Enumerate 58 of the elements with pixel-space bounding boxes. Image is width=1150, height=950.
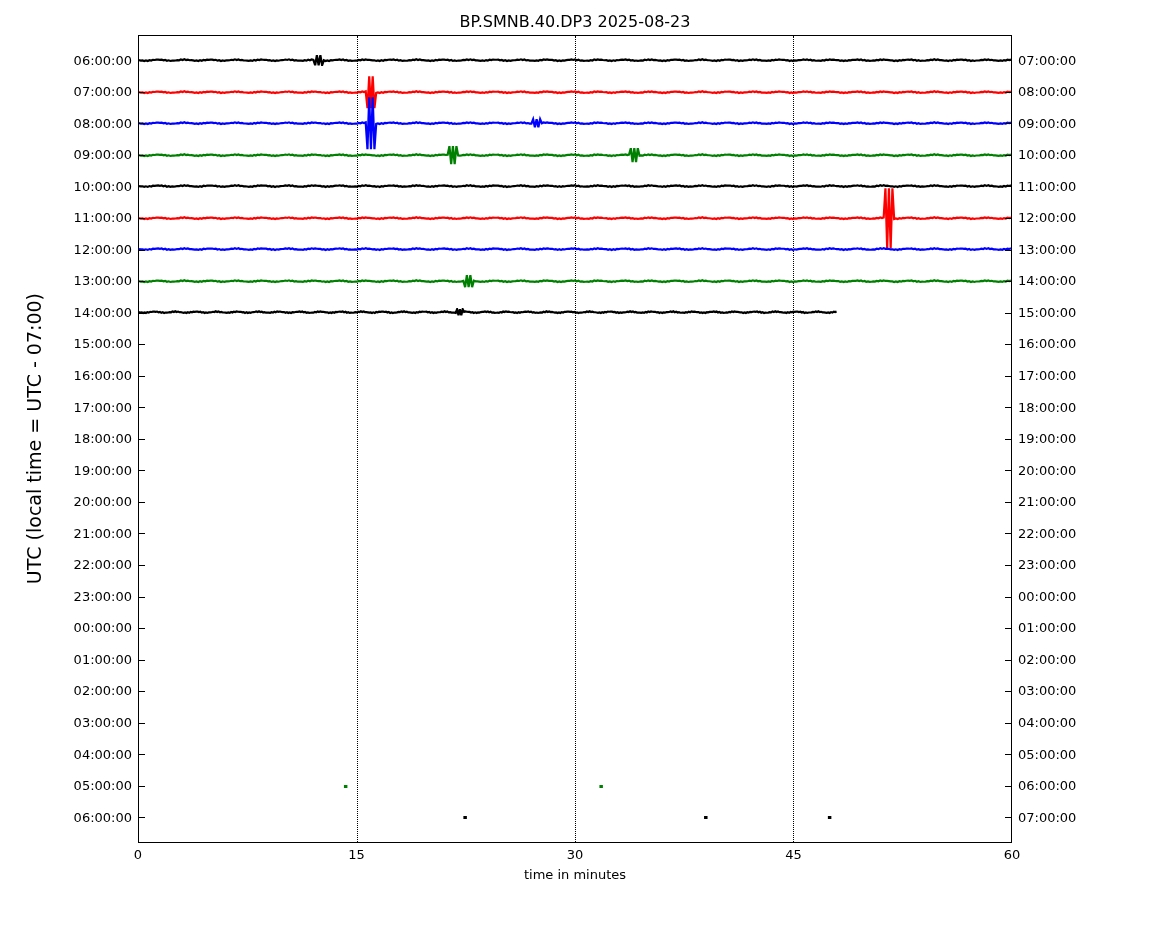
y-tick-label: 02:00:00 — [1017, 650, 1078, 669]
y-axis-label: UTC (local time = UTC - 07:00) — [23, 293, 45, 585]
x-tick-label: 0 — [133, 847, 143, 862]
y-tick-label: 23:00:00 — [1017, 556, 1078, 575]
y-tick-label: 06:00:00 — [1017, 777, 1078, 796]
y-tick-label: 22:00:00 — [72, 556, 133, 575]
y-tick-label: 07:00:00 — [1017, 808, 1078, 827]
y-tick-label: 17:00:00 — [72, 398, 133, 417]
y-tick-label: 08:00:00 — [72, 114, 133, 133]
y-tick-label: 19:00:00 — [1017, 430, 1078, 449]
y-tick-label: 20:00:00 — [1017, 461, 1078, 480]
y-tick-label: 08:00:00 — [1017, 83, 1078, 102]
y-tick-label: 07:00:00 — [72, 83, 133, 102]
y-tick-label: 10:00:00 — [1017, 146, 1078, 165]
y-tick-label: 13:00:00 — [72, 272, 133, 291]
y-tick-label: 02:00:00 — [72, 682, 133, 701]
x-tick-label: 60 — [1003, 847, 1021, 862]
y-tick-label: 11:00:00 — [72, 209, 133, 228]
y-tick-label: 04:00:00 — [1017, 714, 1078, 732]
y-tick-label: 06:00:00 — [72, 808, 133, 827]
y-tick-label: 21:00:00 — [1017, 493, 1078, 512]
y-tick-label: 03:00:00 — [72, 714, 133, 732]
y-tick-label: 16:00:00 — [72, 366, 133, 385]
y-tick-label: 13:00:00 — [1017, 240, 1078, 259]
y-tick-label: 21:00:00 — [72, 524, 133, 543]
y-tick-label: 05:00:00 — [72, 777, 133, 796]
x-axis-label: time in minutes — [523, 867, 627, 882]
y-tick-label: 12:00:00 — [1017, 209, 1078, 228]
y-tick-label: 23:00:00 — [72, 587, 133, 606]
y-tick-label: 05:00:00 — [1017, 745, 1078, 764]
x-tick-label: 15 — [348, 847, 365, 862]
y-tick-label: 18:00:00 — [1017, 398, 1078, 417]
y-tick-label: 06:00:00 — [72, 51, 133, 70]
y-tick-label: 16:00:00 — [1017, 335, 1078, 354]
chart-title: BP.SMNB.40.DP3 2025-08-23 — [458, 11, 692, 33]
y-tick-label: 17:00:00 — [1017, 366, 1078, 385]
y-tick-label: 19:00:00 — [72, 461, 133, 480]
y-tick-label: 14:00:00 — [72, 303, 133, 322]
y-tick-label: 07:00:00 — [1017, 51, 1078, 70]
y-tick-label: 09:00:00 — [72, 146, 133, 165]
y-tick-label: 11:00:00 — [1017, 177, 1078, 196]
y-tick-label: 00:00:00 — [1017, 587, 1078, 606]
y-tick-label: 15:00:00 — [1017, 303, 1078, 322]
y-tick-label: 04:00:00 — [72, 745, 133, 764]
y-tick-label: 14:00:00 — [1017, 272, 1078, 291]
y-tick-label: 12:00:00 — [72, 240, 133, 259]
x-tick-label: 30 — [566, 847, 584, 862]
y-tick-label: 01:00:00 — [72, 650, 133, 669]
x-tick-label: 45 — [785, 847, 802, 862]
y-tick-label: 20:00:00 — [72, 493, 133, 512]
y-tick-label: 10:00:00 — [72, 177, 133, 196]
y-tick-label: 15:00:00 — [72, 335, 133, 354]
y-tick-label: 03:00:00 — [1017, 682, 1078, 701]
y-tick-label: 22:00:00 — [1017, 524, 1078, 543]
y-tick-label: 09:00:00 — [1017, 114, 1078, 133]
y-tick-label: 01:00:00 — [1017, 619, 1078, 638]
y-tick-label: 00:00:00 — [72, 619, 133, 638]
y-tick-label: 18:00:00 — [72, 430, 133, 449]
